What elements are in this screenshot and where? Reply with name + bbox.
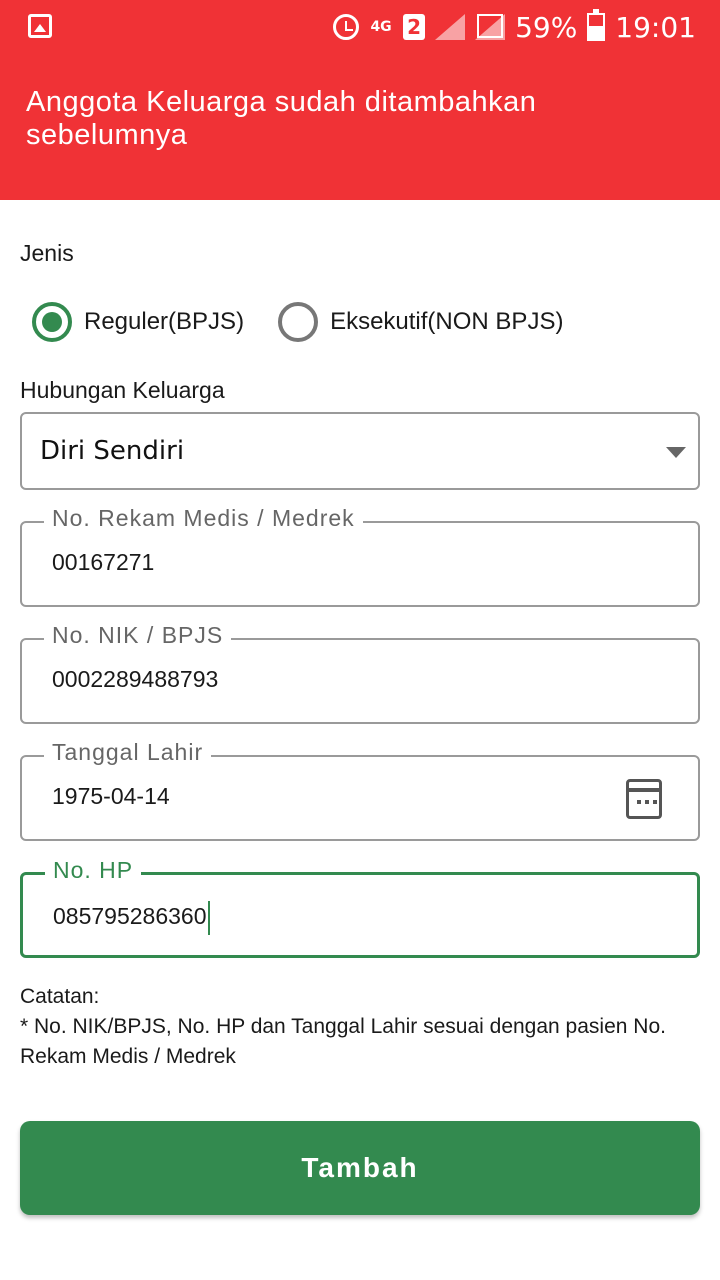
no-hp-label: No. HP bbox=[45, 857, 142, 884]
status-bar: 4G 2 59% 19:01 bbox=[0, 0, 720, 54]
medrek-field[interactable]: No. Rekam Medis / Medrek 00167271 bbox=[20, 505, 700, 607]
note-title: Catatan: bbox=[20, 985, 100, 1008]
note-text: * No. NIK/BPJS, No. HP dan Tanggal Lahir… bbox=[20, 1015, 666, 1068]
note: Catatan: * No. NIK/BPJS, No. HP dan Tang… bbox=[20, 982, 700, 1072]
hubungan-select[interactable]: Diri Sendiri bbox=[20, 412, 700, 490]
sim-indicator: 2 bbox=[403, 14, 426, 40]
calendar-icon[interactable] bbox=[626, 779, 662, 819]
signal-icon bbox=[435, 14, 466, 40]
alarm-icon bbox=[333, 14, 360, 40]
nik-field[interactable]: No. NIK / BPJS 0002289488793 bbox=[20, 622, 700, 724]
no-hp-field[interactable]: No. HP 085795286360 bbox=[20, 857, 700, 958]
nik-label: No. NIK / BPJS bbox=[44, 622, 232, 649]
tanggal-lahir-value: 1975-04-14 bbox=[52, 783, 170, 809]
nik-value: 0002289488793 bbox=[52, 666, 219, 692]
snackbar-message: Anggota Keluarga sudah ditambahkan sebel… bbox=[26, 86, 537, 151]
tanggal-lahir-label: Tanggal Lahir bbox=[44, 739, 212, 766]
text-cursor bbox=[207, 901, 210, 935]
radio-eksekutif[interactable] bbox=[278, 302, 319, 342]
clock: 19:01 bbox=[615, 10, 696, 44]
hubungan-label: Hubungan Keluarga bbox=[20, 377, 225, 403]
medrek-label: No. Rekam Medis / Medrek bbox=[44, 505, 363, 532]
no-hp-value-wrap: 085795286360 bbox=[53, 901, 210, 935]
no-hp-value: 085795286360 bbox=[53, 903, 207, 930]
gallery-icon bbox=[28, 14, 52, 38]
signal-icon bbox=[475, 14, 506, 40]
radio-reguler[interactable] bbox=[32, 302, 72, 342]
jenis-radio-group: Reguler(BPJS) Eksekutif(NON BPJS) bbox=[32, 302, 597, 342]
radio-eksekutif-label[interactable]: Eksekutif(NON BPJS) bbox=[330, 308, 563, 336]
jenis-label: Jenis bbox=[20, 240, 74, 266]
battery-percent: 59% bbox=[515, 10, 578, 44]
tanggal-lahir-field[interactable]: Tanggal Lahir 1975-04-14 bbox=[20, 739, 700, 841]
snackbar-background: 4G 2 59% 19:01 Anggota Keluarga sudah di… bbox=[0, 0, 720, 200]
dropdown-caret-icon bbox=[666, 447, 686, 458]
battery-icon bbox=[587, 9, 606, 41]
medrek-value: 00167271 bbox=[52, 549, 155, 575]
status-icons: 4G 2 59% 19:01 bbox=[333, 8, 696, 46]
tambah-button[interactable]: Tambah bbox=[20, 1121, 700, 1215]
hubungan-value: Diri Sendiri bbox=[40, 436, 185, 466]
radio-reguler-label[interactable]: Reguler(BPJS) bbox=[84, 308, 244, 336]
network-indicator: 4G bbox=[370, 19, 392, 35]
